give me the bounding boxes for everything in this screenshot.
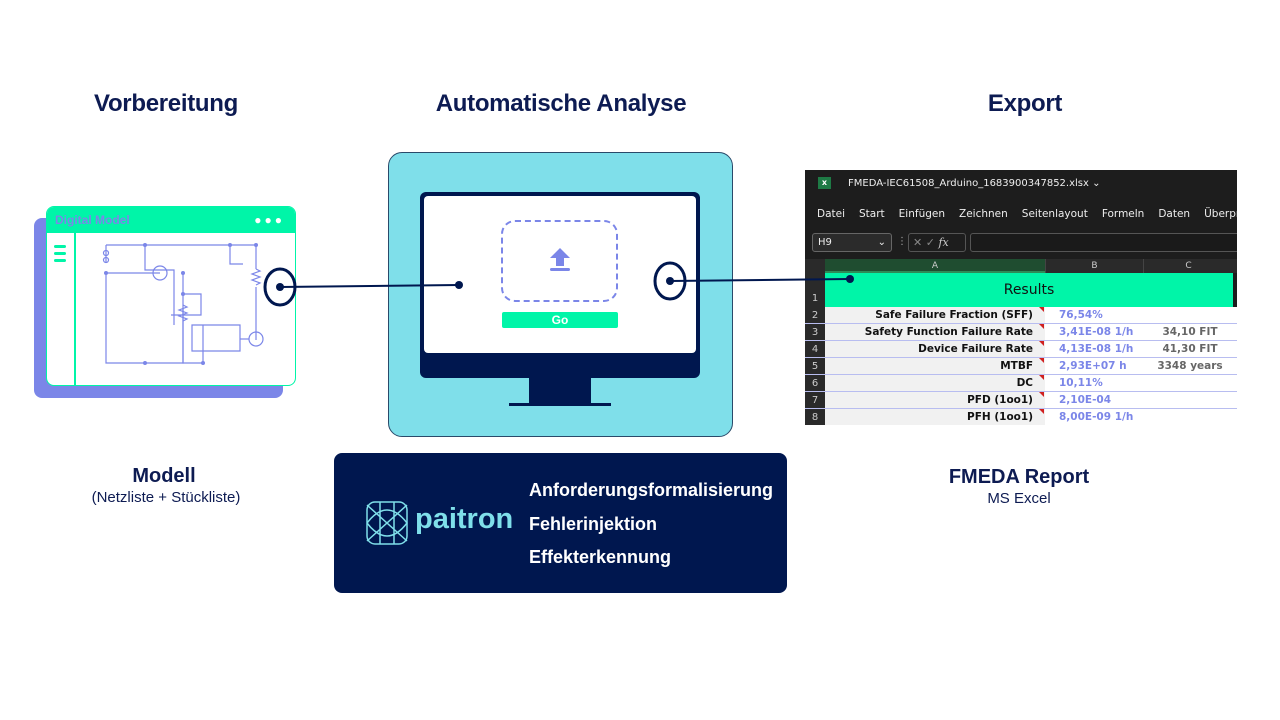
paitron-logo-text: paitron <box>415 503 514 535</box>
model-caption-title: Modell <box>132 465 196 487</box>
model-caption-subtitle: (Netzliste + Stückliste) <box>91 489 241 506</box>
connector-lines-right <box>653 261 854 301</box>
report-caption-subtitle: MS Excel <box>987 490 1051 507</box>
feature-anforderungsformalisierung: Anforderungsformalisierung <box>529 480 774 500</box>
feature-effekterkennung: Effekterkennung <box>529 547 672 567</box>
paitron-logo-icon <box>366 501 408 545</box>
feature-fehlerinjektion: Fehlerinjektion <box>529 514 658 534</box>
report-caption-title: FMEDA Report <box>948 466 1090 488</box>
